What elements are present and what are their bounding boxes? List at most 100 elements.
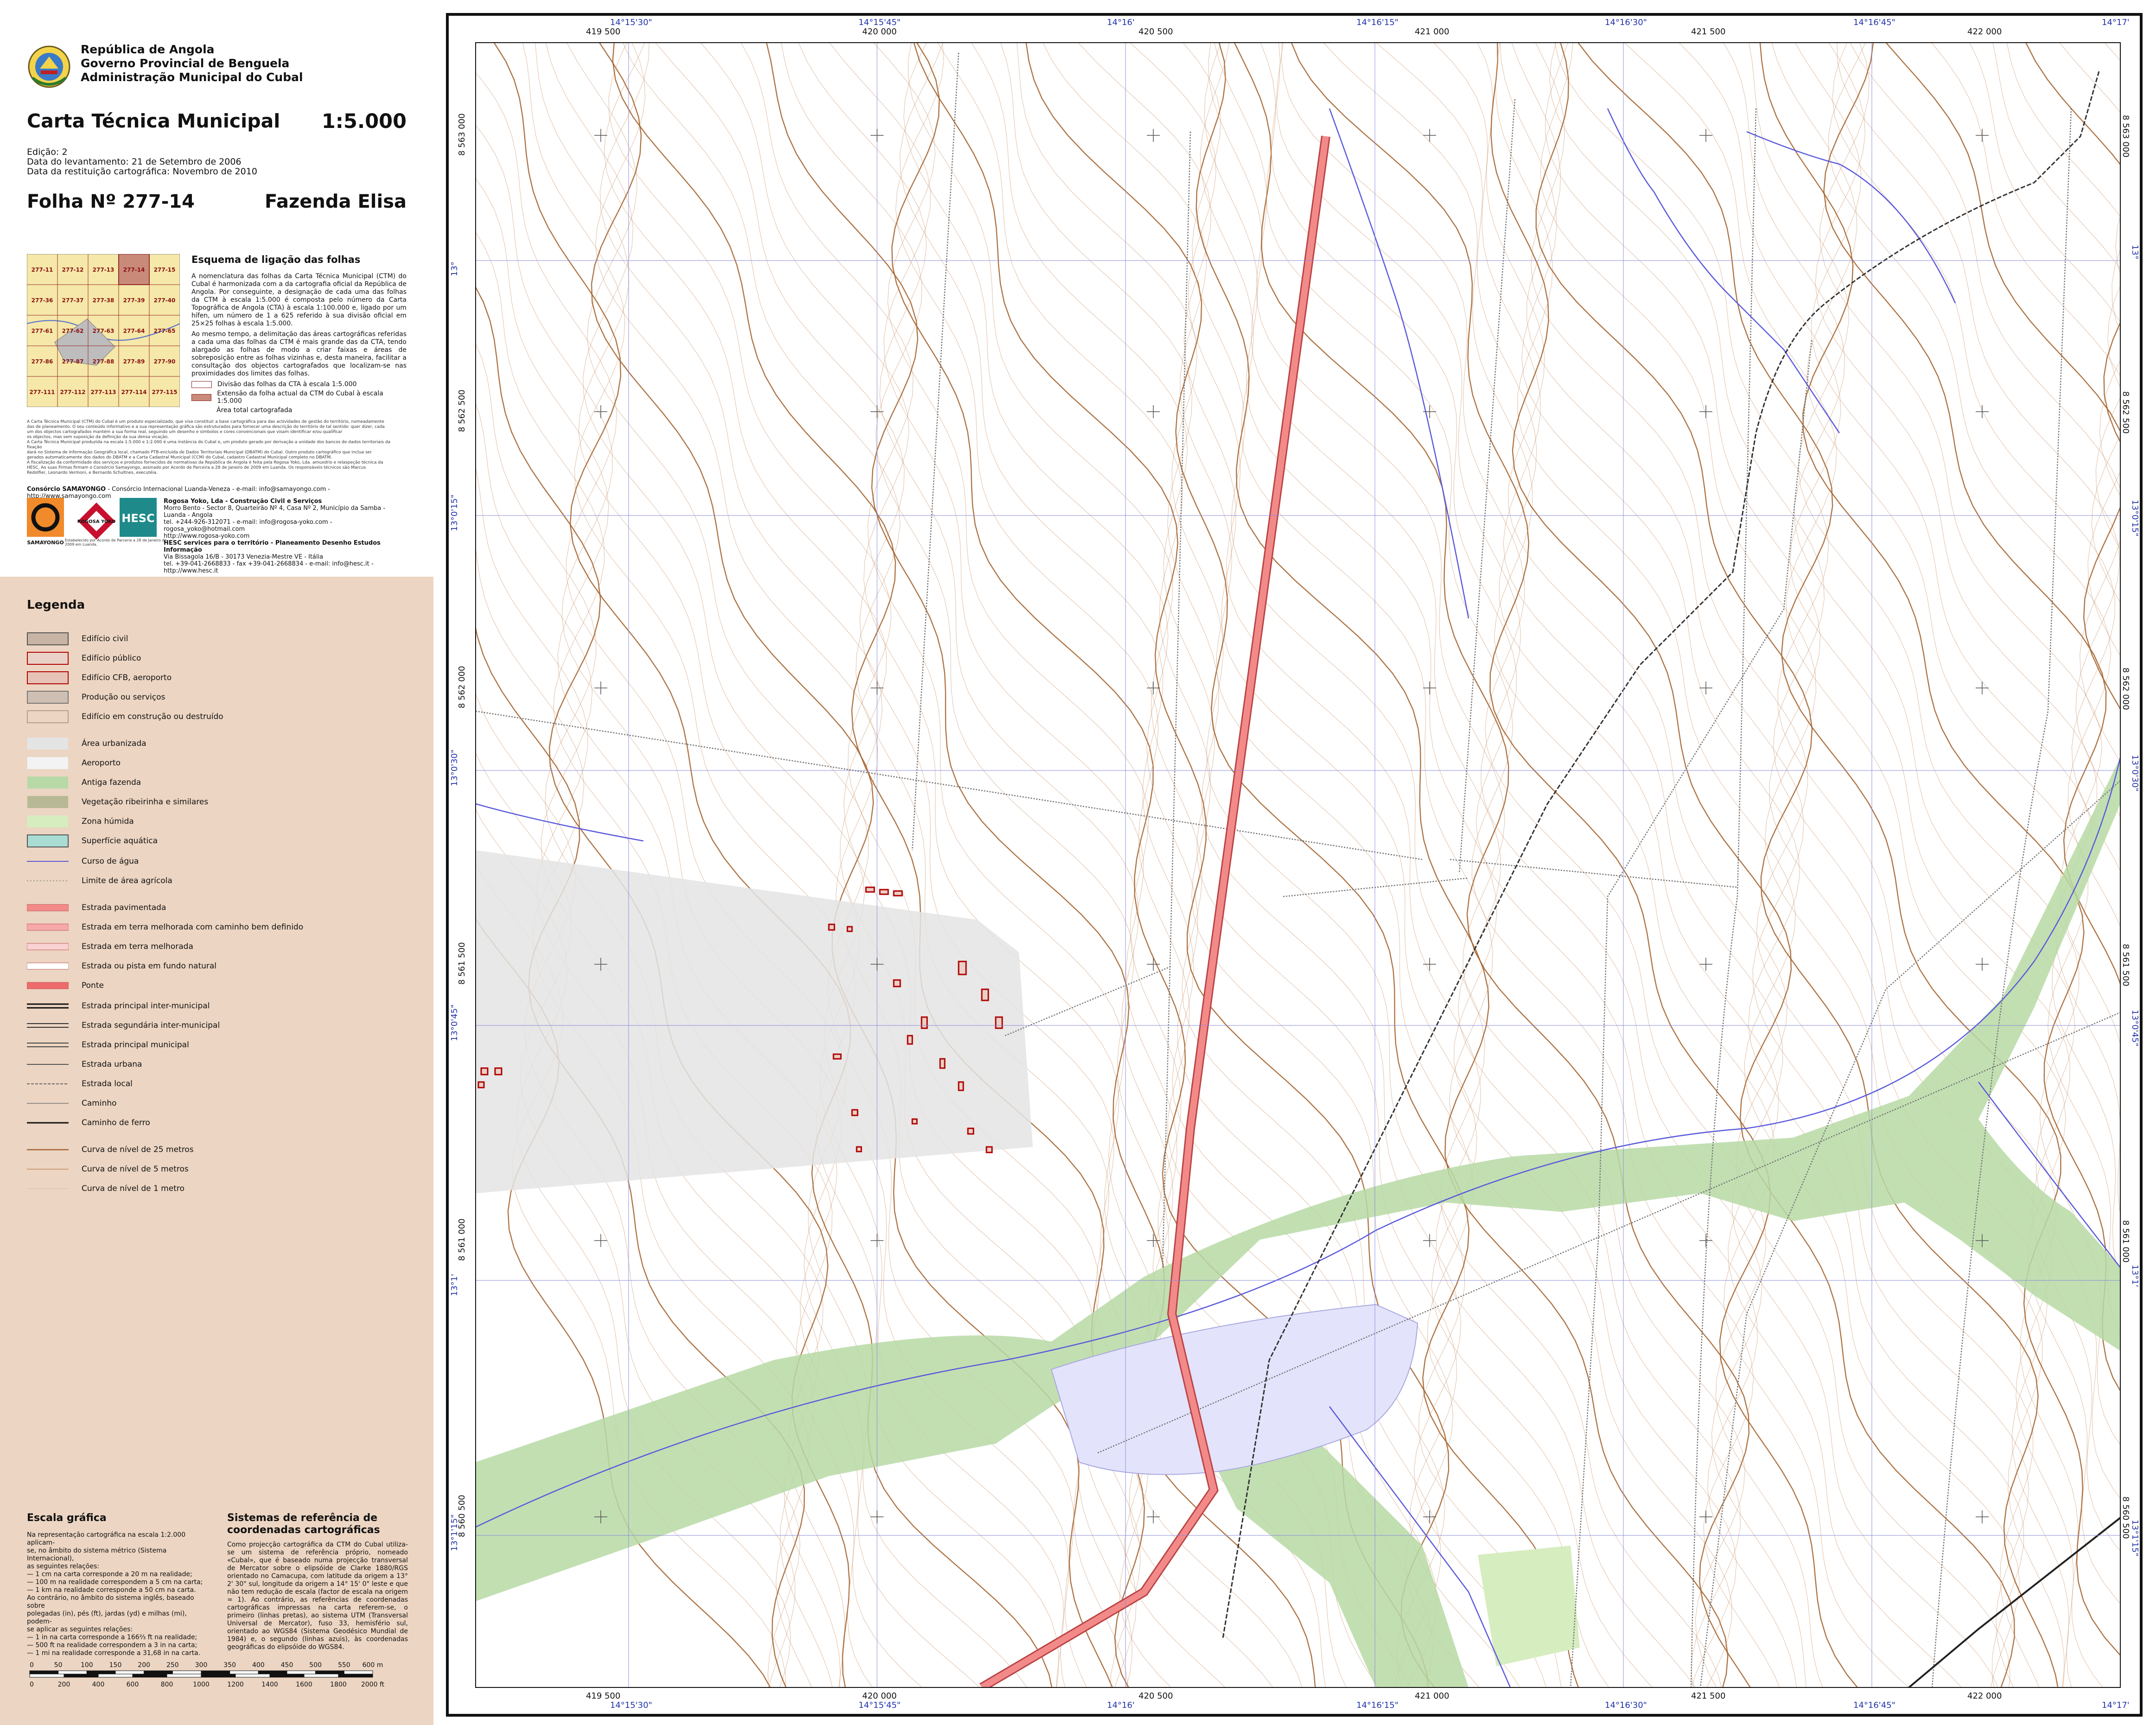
partner-line: Via Bissagola 16/B - 30173 Venezia-Mestr… xyxy=(164,554,324,560)
scale-line: Ao contrário, no âmbito do sistema inglê… xyxy=(27,1594,194,1610)
track xyxy=(1283,877,1469,898)
building xyxy=(879,889,889,895)
legend-swatch xyxy=(27,1122,69,1124)
crs-title: Sistemas de referência de coordenadas ca… xyxy=(227,1512,380,1536)
easting-label-bottom: 422 000 xyxy=(1967,1691,2002,1701)
building xyxy=(958,1081,964,1091)
building xyxy=(981,988,989,1001)
scale-tick-ft: 1800 xyxy=(330,1681,347,1688)
legend-swatch xyxy=(27,1023,69,1028)
contour-minor xyxy=(1679,43,2120,1552)
legend-swatch xyxy=(27,671,69,684)
legend-label: Edifício civil xyxy=(82,634,128,643)
watercourse xyxy=(476,803,644,842)
building xyxy=(893,979,901,987)
legend-label: Estrada principal municipal xyxy=(82,1040,189,1050)
partner-line: tel. +244-926-312071 - e-mail: info@rogo… xyxy=(164,519,332,533)
note-line: HESC, Ao suas Firmas firmam o Consórcio … xyxy=(27,465,366,470)
logo-text-samayongo: SAMAYONGO xyxy=(27,540,64,546)
scale-tick-m: 250 xyxy=(166,1661,179,1669)
partner-line: http://www.rogosa-yoko.com xyxy=(164,533,250,540)
index-legend-extent: Extensão da folha actual da CTM do Cubal… xyxy=(191,390,407,405)
northing-label-left: 8 562 500 xyxy=(457,389,467,432)
contour-major xyxy=(1291,43,1858,1687)
index-cell-label: 277-36 xyxy=(32,297,53,304)
longitude-label-bottom: 14°15'45" xyxy=(859,1700,901,1710)
index-cell-label: 277-111 xyxy=(29,389,55,395)
legend-label: Edifício público xyxy=(82,654,141,663)
map-frame[interactable]: 419 500 419 500 420 000 420 000 420 500 420 5… xyxy=(446,13,2143,1717)
partner-line: Morro Bento - Sector 8, Quarteirão Nº 4,… xyxy=(164,505,386,519)
longitude-label-top: 14°15'30" xyxy=(610,18,652,27)
scale-line: — 1 mi na realidade corresponde a 31,68 … xyxy=(27,1649,201,1657)
longitude-label-top: 14°16'30" xyxy=(1605,18,1647,27)
building xyxy=(856,1146,862,1152)
contour-minor xyxy=(1500,43,2024,1687)
legend-swatch xyxy=(27,757,68,769)
partners-small-note: Estabelecido por Acordo de Parceria a 28… xyxy=(65,538,167,547)
edition: Edição: 2 xyxy=(27,147,68,157)
scale-tick-ft: 600 xyxy=(127,1681,139,1688)
scale-tick-ft: 2000 ft xyxy=(361,1681,385,1688)
contour-major xyxy=(2124,24,2140,1693)
scale-tick-m: 50 xyxy=(54,1661,63,1669)
northing-label-left: 8 561 000 xyxy=(457,1218,467,1261)
watercourse xyxy=(1607,108,1840,433)
scale-section: Escala gráfica Na representação cartográ… xyxy=(27,1512,212,1657)
contour-minor xyxy=(1271,43,1797,1687)
contour-minor xyxy=(1531,43,2040,1687)
topographic-map[interactable] xyxy=(449,16,2140,1714)
index-cell-label: 277-86 xyxy=(32,358,53,365)
track xyxy=(1570,340,1813,1687)
legend-swatch xyxy=(27,834,69,847)
contour-minor xyxy=(1477,43,2010,1687)
scale-tick-m: 350 xyxy=(223,1661,236,1669)
legend-label: Limite de área agrícola xyxy=(82,876,172,885)
latitude-label-right: 13°1' xyxy=(2130,1265,2140,1287)
crs-text: Como projecção cartográfica da CTM do Cu… xyxy=(227,1541,408,1651)
legend-label: Estrada principal inter-municipal xyxy=(82,1001,210,1011)
sheet-number: Folha Nº 277-14 xyxy=(27,191,195,212)
watercourse xyxy=(1329,108,1469,619)
latitude-label-left: 13°0'15" xyxy=(450,494,459,532)
partner-line: HESC services para o território - Planea… xyxy=(164,540,381,554)
index-legend-swatch xyxy=(191,394,212,401)
index-cell-label: 277-62 xyxy=(62,328,84,334)
legend-swatch xyxy=(27,796,68,808)
latitude-label-right: 13° xyxy=(2130,245,2140,260)
longitude-label-bottom: 14°16'30" xyxy=(1605,1700,1647,1710)
easting-label-bottom: 421 000 xyxy=(1415,1691,1450,1701)
latitude-label-right: 13°0'30" xyxy=(2130,755,2140,792)
legend-label: Curva de nível de 5 metros xyxy=(82,1165,189,1174)
scale-tick-m: 400 xyxy=(252,1661,265,1669)
scale-line: as seguintes relações: xyxy=(27,1563,100,1570)
longitude-label-top: 14°15'45" xyxy=(859,18,901,27)
longitude-label-top: 14°16'45" xyxy=(1853,18,1895,27)
legend-swatch xyxy=(27,962,69,970)
legend-swatch xyxy=(27,652,69,665)
legend-label: Superfície aquática xyxy=(82,836,158,846)
note-line: um dos objectos cartografados mantém a s… xyxy=(27,430,343,434)
legend-label: Estrada urbana xyxy=(82,1060,142,1069)
legend-swatch xyxy=(27,632,69,645)
scale-tick-m: 100 xyxy=(81,1661,93,1669)
legend-swatch xyxy=(27,1169,69,1170)
logo-text-rogosa-yoko: ROGOSA YOKO xyxy=(77,519,116,524)
index-cell-label: 277-90 xyxy=(154,358,176,365)
index-cell-label: 277-87 xyxy=(62,358,84,365)
legend-label: Zona húmida xyxy=(82,817,134,826)
scale-line: se, no âmbito do sistema métrico (Sistem… xyxy=(27,1547,167,1562)
restitution-date: Data da restituição cartográfica: Novemb… xyxy=(27,166,257,177)
latitude-label-left: 13°0'45" xyxy=(450,1004,459,1042)
contour-minor xyxy=(2119,188,2120,211)
note-line: das de planeamento. O seu conteúdo infor… xyxy=(27,425,385,429)
contour-minor xyxy=(1554,43,2104,1687)
building xyxy=(995,1016,1003,1029)
legend-label: Estrada em terra melhorada com caminho b… xyxy=(82,923,304,932)
latitude-label-left: 13°1' xyxy=(450,1273,459,1296)
legend-swatch xyxy=(27,880,69,881)
northing-label-left: 8 563 000 xyxy=(457,113,467,156)
latitude-label-left: 13°1'15" xyxy=(450,1514,459,1552)
legend-label: Caminho xyxy=(82,1099,117,1108)
legend-label: Área urbanizada xyxy=(82,739,146,748)
